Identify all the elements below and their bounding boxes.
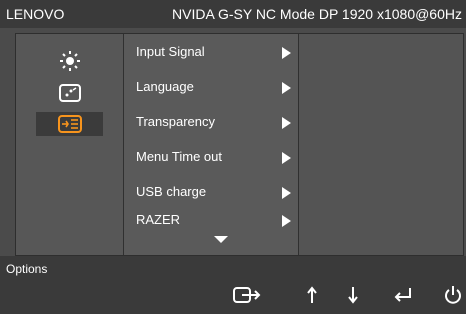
submenu-column — [299, 34, 463, 255]
menu-item-label: RAZER — [136, 212, 181, 227]
submenu-arrow-icon — [282, 47, 291, 59]
up-button[interactable] — [302, 282, 322, 308]
enter-icon — [394, 288, 411, 302]
category-column — [16, 34, 124, 255]
menu-item-input-signal[interactable]: Input Signal — [124, 40, 298, 64]
menu-item-label: Menu Time out — [136, 149, 222, 164]
menu-item-label: Language — [136, 79, 194, 94]
osd-menu-panel: Input Signal Language Transparency Menu … — [15, 33, 464, 256]
menu-item-label: Transparency — [136, 114, 215, 129]
submenu-arrow-icon — [282, 82, 291, 94]
exit-icon — [233, 287, 261, 303]
menu-item-label: Input Signal — [136, 44, 205, 59]
category-options[interactable] — [36, 112, 103, 136]
menu-item-razer[interactable]: RAZER — [124, 208, 298, 232]
submenu-arrow-icon — [282, 187, 291, 199]
brand-label: LENOVO — [6, 6, 65, 22]
menu-item-usb-charge[interactable]: USB charge — [124, 180, 298, 204]
submenu-arrow-icon — [282, 215, 291, 227]
down-button[interactable] — [343, 282, 363, 308]
category-image-settings[interactable] — [36, 81, 103, 105]
submenu-arrow-icon — [282, 117, 291, 129]
footer-title: Options — [6, 262, 48, 276]
scroll-down-arrow-icon[interactable] — [214, 236, 228, 243]
menu-item-language[interactable]: Language — [124, 75, 298, 99]
input-options-icon — [57, 115, 82, 133]
up-arrow-icon — [307, 286, 317, 303]
power-icon — [445, 286, 461, 304]
enter-button[interactable] — [390, 282, 416, 308]
menu-item-menu-time-out[interactable]: Menu Time out — [124, 145, 298, 169]
menu-item-transparency[interactable]: Transparency — [124, 110, 298, 134]
menu-item-label: USB charge — [136, 184, 207, 199]
image-settings-icon — [58, 84, 81, 102]
category-brightness[interactable] — [36, 49, 103, 73]
footer-bar: Options — [0, 256, 466, 314]
submenu-arrow-icon — [282, 152, 291, 164]
power-button[interactable] — [442, 282, 464, 308]
header-bar: LENOVO NVIDA G-SY NC Mode DP 1920 x1080@… — [0, 0, 466, 28]
down-arrow-icon — [348, 287, 358, 304]
options-menu-column: Input Signal Language Transparency Menu … — [124, 34, 299, 255]
brightness-icon — [59, 51, 80, 71]
mode-info: NVIDA G-SY NC Mode DP 1920 x1080@60Hz — [172, 6, 462, 22]
exit-button[interactable] — [230, 282, 264, 308]
